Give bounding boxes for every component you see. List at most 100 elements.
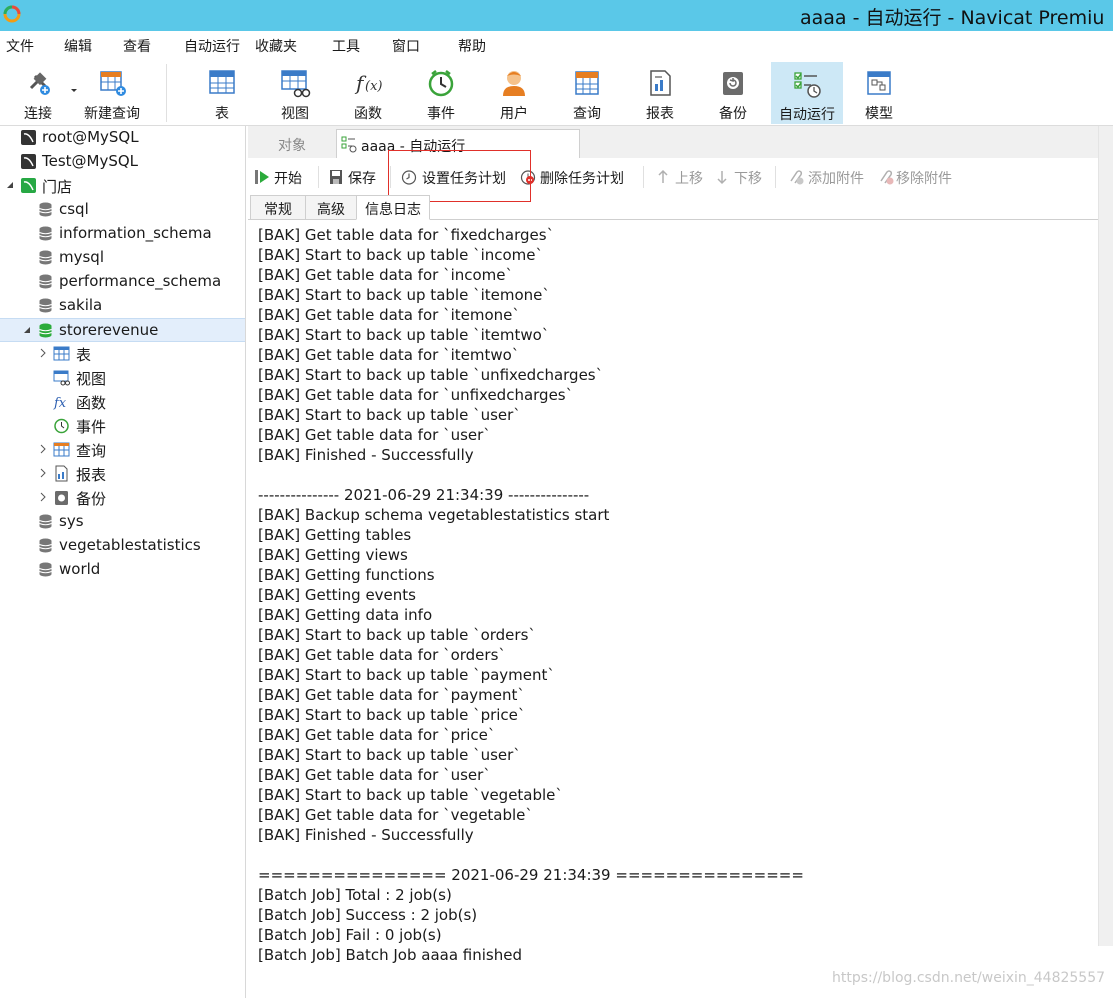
expanded-arrow-icon[interactable] [5, 180, 15, 190]
connect-button[interactable]: 连接 [3, 62, 73, 124]
automation-button[interactable]: 自动运行 [771, 62, 843, 124]
tree-item-label: 表 [76, 346, 92, 364]
connection-test-mysql[interactable]: Test@MySQL [0, 150, 245, 174]
connection-store[interactable]: 门店 [0, 174, 245, 198]
tab-objects[interactable]: 对象 [248, 129, 336, 158]
tree-item-queries[interactable]: 查询 [0, 438, 245, 462]
remove-attachment-button[interactable]: 移除附件 [877, 168, 961, 188]
menu-file[interactable]: 文件 [6, 36, 34, 56]
backup-button[interactable]: 备份 [698, 62, 768, 124]
automation-action-bar: 开始 保存 设置任务计划 删除任务计划 上移 下移 添加附件 移除附件 [248, 158, 1113, 196]
tree-item-label: 备份 [76, 490, 107, 508]
collapsed-arrow-icon[interactable] [38, 468, 48, 478]
menu-edit[interactable]: 编辑 [64, 36, 92, 56]
menu-window[interactable]: 窗口 [392, 36, 420, 56]
arrow-up-icon [658, 169, 668, 183]
log-line: [BAK] Start to back up table `itemone` [258, 286, 550, 304]
tree-item-reports[interactable]: 报表 [0, 462, 245, 486]
new-query-button[interactable]: 新建查询 [76, 62, 148, 124]
database-icon [39, 514, 52, 529]
tree-item-tables[interactable]: 表 [0, 342, 245, 366]
delete-schedule-button[interactable]: 删除任务计划 [520, 168, 632, 188]
divider [643, 166, 644, 188]
add-attachment-label: 添加附件 [808, 171, 864, 187]
model-label: 模型 [865, 106, 893, 122]
table-button[interactable]: 表 [187, 62, 257, 124]
tab-message-log[interactable]: 信息日志 [356, 195, 430, 220]
set-schedule-label: 设置任务计划 [422, 171, 506, 187]
connection-label: root@MySQL [42, 128, 139, 146]
model-button[interactable]: 模型 [844, 62, 914, 124]
menu-help[interactable]: 帮助 [458, 36, 486, 56]
remove-attachment-label: 移除附件 [896, 171, 952, 187]
database-information-schema[interactable]: information_schema [0, 222, 245, 246]
log-line: [BAK] Get table data for `payment` [258, 686, 525, 704]
start-button[interactable]: 开始 [254, 168, 314, 188]
database-storerevenue[interactable]: storerevenue [0, 318, 245, 342]
database-csql[interactable]: csql [0, 198, 245, 222]
database-label: csql [59, 200, 89, 218]
automation-checklist-icon [794, 72, 821, 98]
connection-label: Test@MySQL [42, 152, 139, 170]
menu-automation[interactable]: 自动运行 [184, 36, 240, 56]
tree-item-events[interactable]: 事件 [0, 414, 245, 438]
report-button[interactable]: 报表 [625, 62, 695, 124]
divider [318, 166, 319, 188]
database-performance-schema[interactable]: performance_schema [0, 270, 245, 294]
delete-clock-icon [520, 170, 536, 185]
user-icon [503, 71, 525, 96]
database-icon [39, 562, 52, 577]
tab-general[interactable]: 常规 [250, 195, 306, 220]
menu-tools[interactable]: 工具 [332, 36, 360, 56]
event-label: 事件 [427, 106, 455, 122]
database-open-icon [39, 323, 52, 338]
new-query-icon [100, 71, 126, 96]
set-schedule-button[interactable]: 设置任务计划 [401, 168, 513, 188]
user-button[interactable]: 用户 [479, 62, 549, 124]
move-up-button[interactable]: 上移 [656, 168, 708, 188]
database-world[interactable]: world [0, 558, 245, 582]
query-icon [53, 442, 70, 457]
divider [390, 166, 391, 188]
database-sakila[interactable]: sakila [0, 294, 245, 318]
message-log[interactable]: [BAK] Get table data for `fixedcharges` [… [248, 220, 1098, 998]
menu-favorites[interactable]: 收藏夹 [255, 36, 297, 56]
collapsed-arrow-icon[interactable] [38, 444, 48, 454]
table-label: 表 [215, 106, 229, 122]
svg-text:(x): (x) [365, 79, 382, 94]
tree-item-functions[interactable]: fx 函数 [0, 390, 245, 414]
vertical-scrollbar[interactable] [1098, 126, 1113, 946]
table-icon [53, 346, 70, 361]
collapsed-arrow-icon[interactable] [38, 348, 48, 358]
tree-item-backups[interactable]: 备份 [0, 486, 245, 510]
collapsed-arrow-icon[interactable] [38, 492, 48, 502]
tab-automation-aaaa[interactable]: aaaa - 自动运行 [336, 129, 580, 158]
database-vegetablestatistics[interactable]: vegetablestatistics [0, 534, 245, 558]
move-down-button[interactable]: 下移 [715, 168, 767, 188]
function-icon: f (x) [354, 71, 382, 95]
database-sys[interactable]: sys [0, 510, 245, 534]
connection-label: 门店 [42, 178, 73, 196]
tab-advanced[interactable]: 高级 [305, 195, 357, 220]
tree-item-views[interactable]: 视图 [0, 366, 245, 390]
add-attachment-button[interactable]: 添加附件 [787, 168, 871, 188]
menu-view[interactable]: 查看 [123, 36, 151, 56]
database-label: sys [59, 512, 84, 530]
log-line: [BAK] Backup schema vegetablestatistics … [258, 506, 610, 524]
log-line: [BAK] Getting events [258, 586, 416, 604]
connection-root-mysql[interactable]: root@MySQL [0, 126, 245, 150]
log-line: [BAK] Get table data for `income` [258, 266, 514, 284]
remove-attachment-icon [880, 170, 894, 185]
log-line: [BAK] Start to back up table `user` [258, 406, 521, 424]
expanded-arrow-icon[interactable] [22, 325, 32, 335]
tree-item-label: 查询 [76, 442, 107, 460]
view-button[interactable]: 视图 [260, 62, 330, 124]
function-button[interactable]: f (x) 函数 [333, 62, 403, 124]
database-mysql[interactable]: mysql [0, 246, 245, 270]
event-button[interactable]: 事件 [406, 62, 476, 124]
save-button[interactable]: 保存 [328, 168, 388, 188]
log-line: [BAK] Get table data for `fixedcharges` [258, 226, 555, 244]
query-button[interactable]: 查询 [552, 62, 622, 124]
log-line: [BAK] Get table data for `orders` [258, 646, 506, 664]
log-line: [Batch Job] Batch Job aaaa finished [258, 946, 522, 964]
